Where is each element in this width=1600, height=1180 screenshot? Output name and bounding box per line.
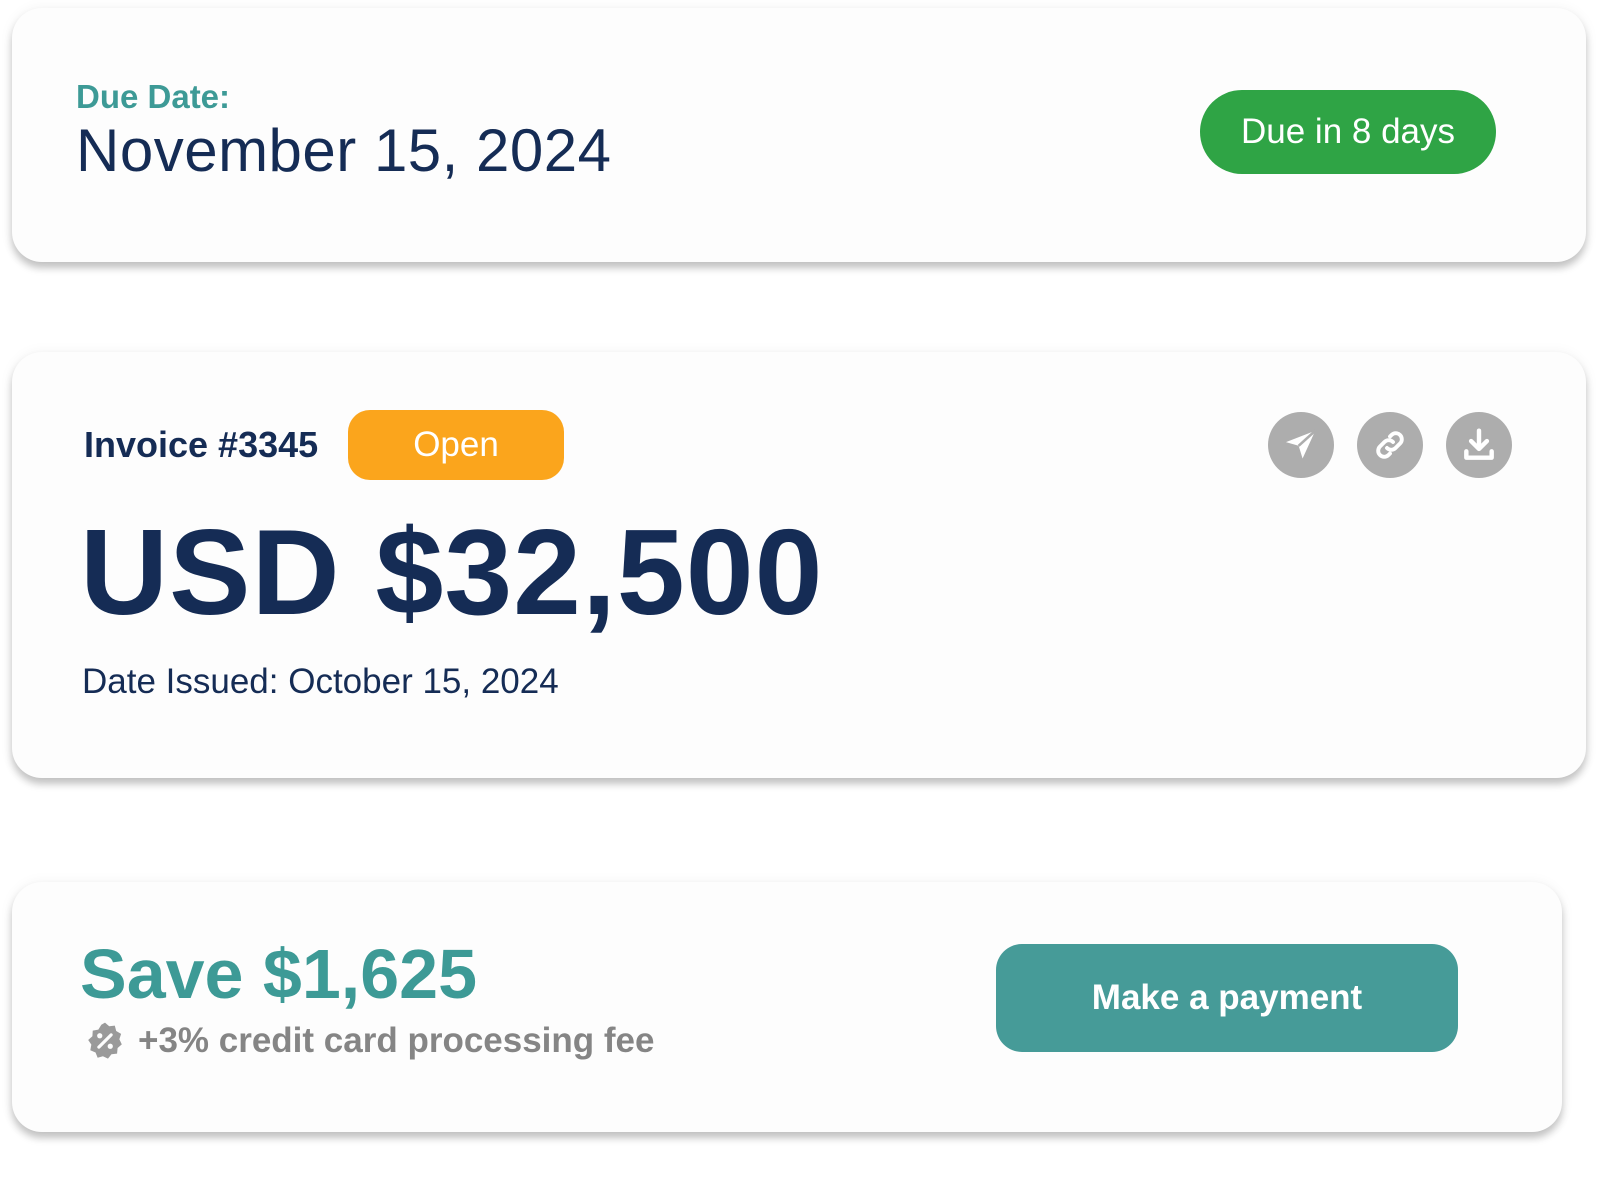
send-invoice-button[interactable] <box>1268 412 1334 478</box>
processing-fee-text: +3% credit card processing fee <box>138 1021 655 1060</box>
due-status-badge: Due in 8 days <box>1200 90 1496 174</box>
discount-badge-icon <box>84 1020 126 1062</box>
invoice-date-issued: Date Issued: October 15, 2024 <box>82 662 559 701</box>
send-icon <box>1285 429 1317 459</box>
savings-amount: Save $1,625 <box>80 935 478 1013</box>
link-icon <box>1376 431 1404 459</box>
due-date-card: Due Date: November 15, 2024 Due in 8 day… <box>12 8 1586 262</box>
payment-card: Save $1,625 +3% credit card processing f… <box>12 882 1562 1132</box>
fee-note: +3% credit card processing fee <box>84 1020 654 1062</box>
download-icon <box>1464 428 1494 460</box>
invoice-status-badge: Open <box>348 410 564 480</box>
invoice-amount: USD $32,500 <box>80 504 824 640</box>
copy-link-button[interactable] <box>1357 412 1423 478</box>
due-date-label: Due Date: <box>76 78 231 115</box>
make-payment-button[interactable]: Make a payment <box>996 944 1458 1052</box>
download-button[interactable] <box>1446 412 1512 478</box>
invoice-number: Invoice #3345 <box>84 424 319 465</box>
invoice-card: Invoice #3345 Open USD $32,500 Date Issu… <box>12 352 1586 778</box>
due-date-value: November 15, 2024 <box>76 117 612 184</box>
